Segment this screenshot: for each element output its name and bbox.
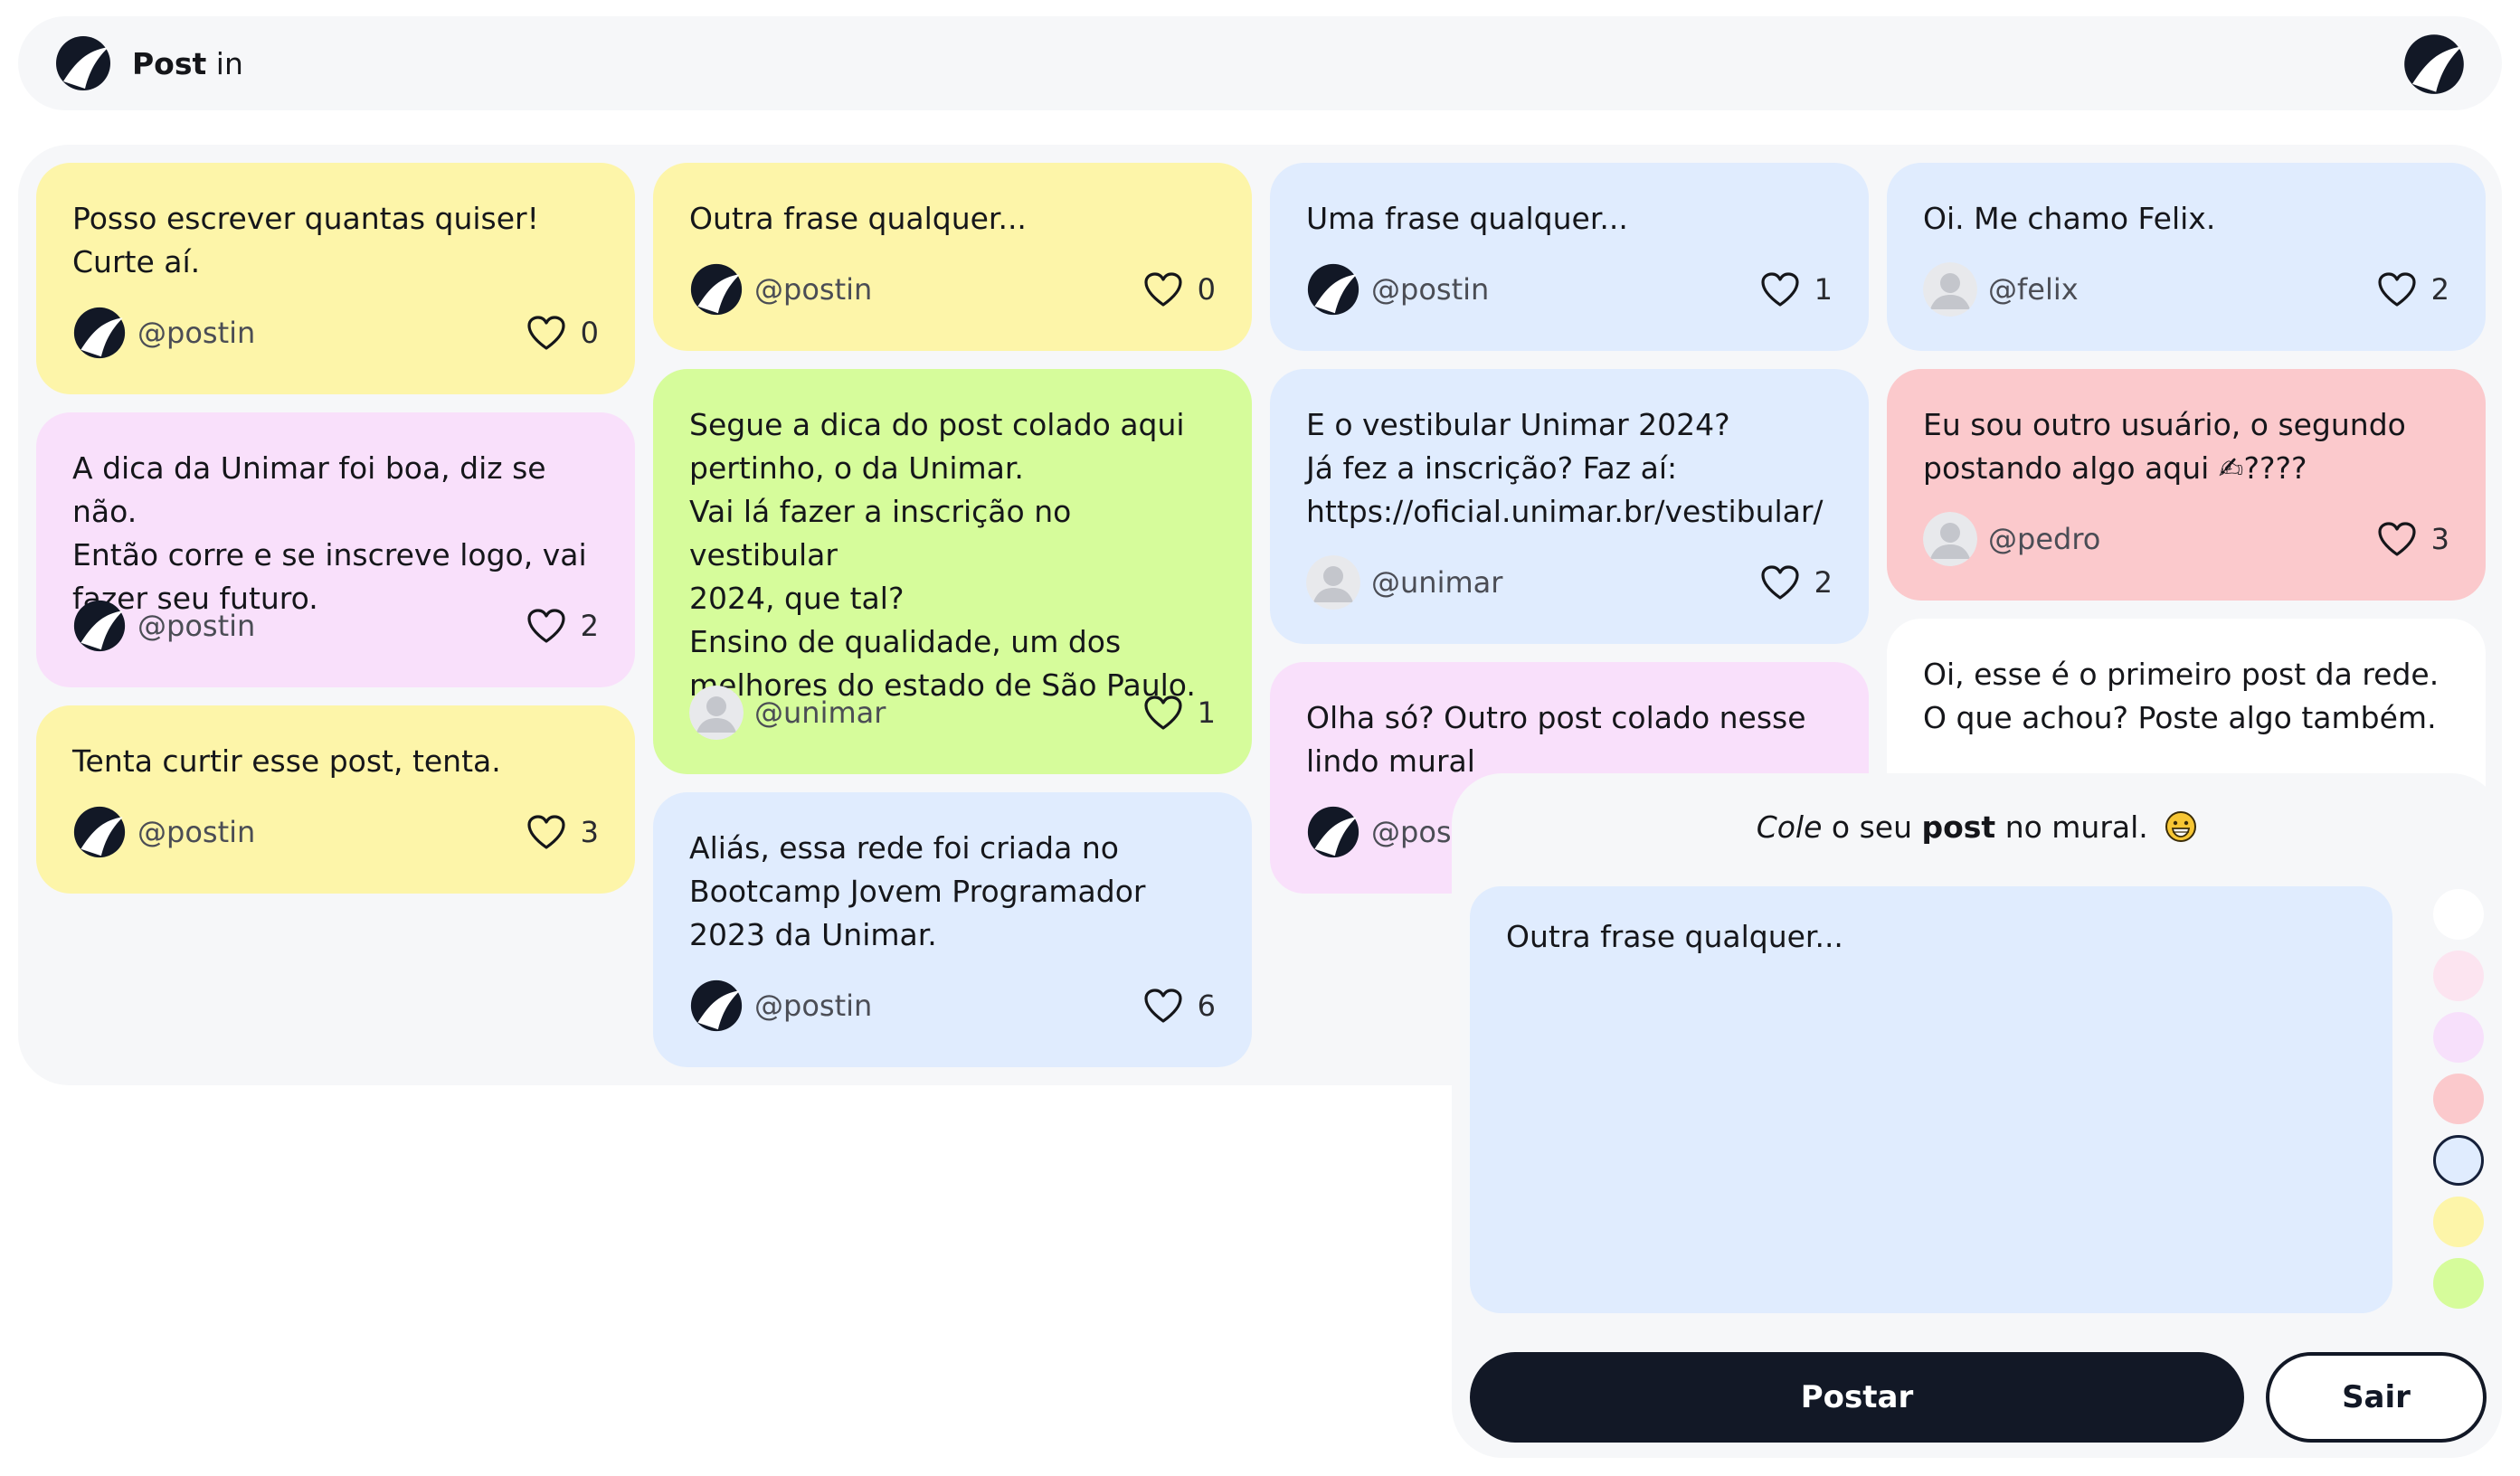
post-card: E o vestibular Unimar 2024? Já fez a ins… — [1270, 369, 1869, 644]
like-button[interactable]: 2 — [2377, 268, 2449, 311]
top-header: Post in — [18, 16, 2502, 110]
postin-avatar-icon — [72, 805, 127, 859]
post-author[interactable]: @postin — [1371, 268, 1760, 311]
color-swatch-light-pink[interactable] — [2433, 951, 2484, 1001]
post-author[interactable]: @unimar — [754, 691, 1143, 734]
post-card: Posso escrever quantas quiser! Curte aí.… — [36, 163, 635, 394]
post-author[interactable]: @pedro — [1988, 517, 2377, 561]
like-button[interactable]: 1 — [1760, 268, 1833, 311]
like-count: 2 — [580, 609, 599, 643]
default-user-avatar-icon — [1923, 512, 1977, 566]
post-text: E o vestibular Unimar 2024? Já fez a ins… — [1306, 407, 1824, 529]
color-swatch-white[interactable] — [2433, 889, 2484, 940]
like-count: 6 — [1197, 989, 1216, 1023]
color-swatch-yellow[interactable] — [2433, 1197, 2484, 1247]
brand[interactable]: Post in — [54, 34, 243, 92]
heart-icon — [2377, 521, 2417, 557]
like-count: 2 — [2430, 272, 2449, 307]
like-button[interactable]: 0 — [526, 311, 599, 355]
post-author[interactable]: @postin — [137, 810, 526, 854]
like-count: 0 — [1197, 272, 1216, 307]
post-text: Oi, esse é o primeiro post da rede. O qu… — [1923, 657, 2439, 735]
heart-icon — [1760, 271, 1800, 308]
post-button[interactable]: Postar — [1470, 1352, 2244, 1443]
post-author[interactable]: @felix — [1988, 268, 2377, 311]
like-count: 1 — [1197, 695, 1216, 730]
post-text: Aliás, essa rede foi criada no Bootcamp … — [689, 830, 1146, 952]
color-picker — [2433, 889, 2487, 1320]
profile-logo-icon[interactable] — [2402, 33, 2466, 96]
post-card: Tenta curtir esse post, tenta. @postin 3 — [36, 705, 635, 894]
like-count: 3 — [580, 815, 599, 849]
post-card: Uma frase qualquer... @postin 1 — [1270, 163, 1869, 351]
postin-logo-icon — [54, 34, 112, 92]
like-count: 0 — [580, 316, 599, 350]
post-text-input[interactable]: Outra frase qualquer... — [1470, 886, 2392, 1313]
default-user-avatar-icon — [1306, 555, 1360, 610]
post-card: Oi. Me chamo Felix. @felix 2 — [1887, 163, 2486, 351]
post-text: Outra frase qualquer... — [689, 201, 1027, 236]
post-text: Olha só? Outro post colado nesse lindo m… — [1306, 700, 1806, 779]
postin-avatar-icon — [72, 599, 127, 653]
postin-avatar-icon — [72, 306, 127, 360]
post-text: Uma frase qualquer... — [1306, 201, 1628, 236]
composer-title: Cole o seu post no mural. — [1452, 809, 2502, 845]
post-card: Outra frase qualquer... @postin 0 — [653, 163, 1252, 351]
post-text: Segue a dica do post colado aqui pertinh… — [689, 407, 1196, 703]
like-count: 3 — [2430, 522, 2449, 556]
post-text: Posso escrever quantas quiser! Curte aí. — [72, 201, 539, 279]
heart-icon — [2377, 271, 2417, 308]
exit-button[interactable]: Sair — [2266, 1352, 2487, 1443]
post-text: Tenta curtir esse post, tenta. — [72, 743, 501, 779]
post-author[interactable]: @postin — [754, 268, 1143, 311]
post-author[interactable]: @unimar — [1371, 561, 1760, 604]
color-swatch-red[interactable] — [2433, 1074, 2484, 1124]
post-card: Eu sou outro usuário, o segundo postando… — [1887, 369, 2486, 601]
postin-avatar-icon — [1306, 805, 1360, 859]
color-swatch-green[interactable] — [2433, 1258, 2484, 1309]
post-text: Eu sou outro usuário, o segundo postando… — [1923, 407, 2406, 486]
heart-icon — [1143, 271, 1183, 308]
like-button[interactable]: 2 — [526, 604, 599, 648]
brand-name: Post in — [132, 45, 243, 81]
default-user-avatar-icon — [1923, 262, 1977, 317]
heart-icon — [526, 814, 566, 850]
color-swatch-blue[interactable] — [2433, 1135, 2484, 1186]
post-text: Oi. Me chamo Felix. — [1923, 201, 2216, 236]
like-count: 2 — [1814, 565, 1833, 600]
heart-icon — [526, 608, 566, 644]
like-button[interactable]: 6 — [1143, 984, 1216, 1027]
postin-avatar-icon — [1306, 262, 1360, 317]
color-swatch-lilac[interactable] — [2433, 1012, 2484, 1063]
post-author[interactable]: @postin — [754, 984, 1143, 1027]
like-button[interactable]: 2 — [1760, 561, 1833, 604]
heart-icon — [526, 315, 566, 351]
post-text: A dica da Unimar foi boa, diz se não. En… — [72, 450, 587, 616]
postin-avatar-icon — [689, 262, 744, 317]
heart-icon — [1760, 564, 1800, 601]
default-user-avatar-icon — [689, 686, 744, 740]
like-count: 1 — [1814, 272, 1833, 307]
post-card: Segue a dica do post colado aqui pertinh… — [653, 369, 1252, 774]
like-button[interactable]: 1 — [1143, 691, 1216, 734]
post-author[interactable]: @postin — [137, 311, 526, 355]
postin-avatar-icon — [689, 979, 744, 1033]
like-button[interactable]: 3 — [2377, 517, 2449, 561]
post-composer: Cole o seu post no mural. Outra frase qu… — [1452, 773, 2502, 1458]
heart-icon — [1143, 695, 1183, 731]
post-card: Aliás, essa rede foi criada no Bootcamp … — [653, 792, 1252, 1067]
like-button[interactable]: 3 — [526, 810, 599, 854]
post-card: A dica da Unimar foi boa, diz se não. En… — [36, 412, 635, 687]
heart-icon — [1143, 988, 1183, 1024]
post-author[interactable]: @postin — [137, 604, 526, 648]
grinning-face-icon — [2165, 810, 2197, 843]
like-button[interactable]: 0 — [1143, 268, 1216, 311]
